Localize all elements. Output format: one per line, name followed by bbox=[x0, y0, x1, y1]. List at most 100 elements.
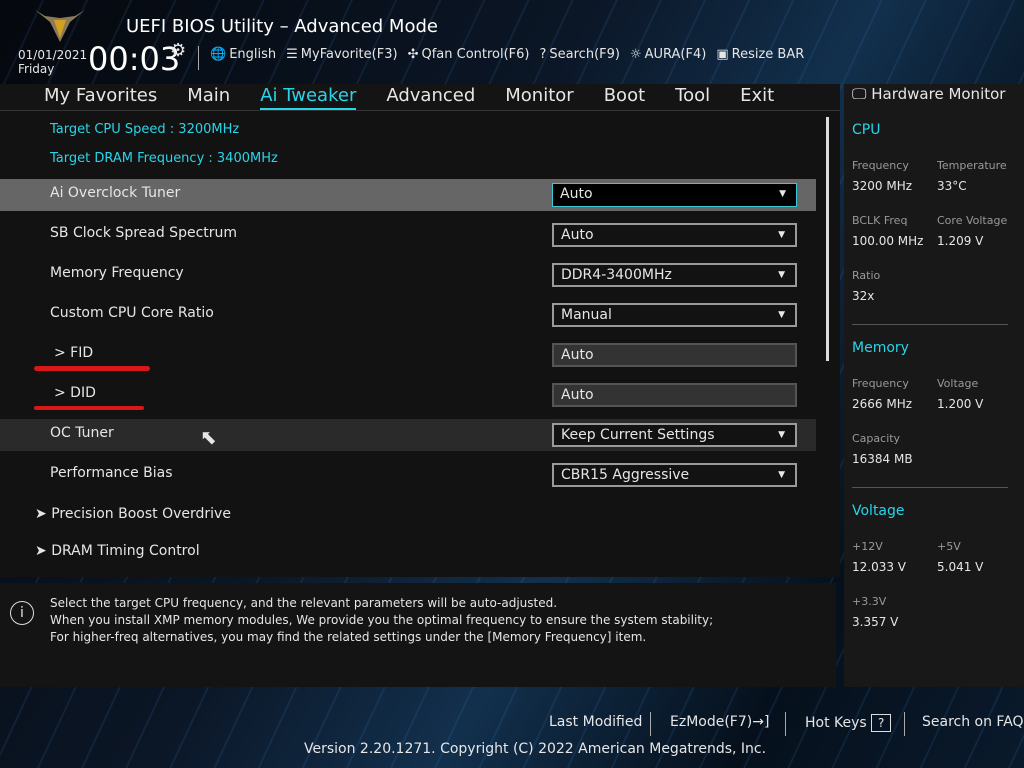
divider bbox=[904, 712, 905, 736]
tab-monitor[interactable]: Monitor bbox=[505, 84, 573, 110]
label: +3.3V bbox=[852, 595, 887, 608]
red-annotation-underline bbox=[34, 366, 150, 371]
target-dram-frequency: Target DRAM Frequency : 3400MHz bbox=[50, 151, 278, 166]
voltage-3v3: 3.357 V bbox=[852, 615, 899, 629]
info-icon: i bbox=[10, 601, 34, 625]
setting-row[interactable]: OC Tuner Keep Current Settings ▼ bbox=[0, 419, 816, 451]
label: Frequency bbox=[852, 159, 909, 172]
core-voltage: 1.209 V bbox=[937, 234, 984, 248]
divider bbox=[785, 712, 786, 736]
value-field[interactable]: Auto bbox=[552, 343, 797, 367]
setting-label: > FID bbox=[54, 345, 94, 361]
red-annotation-underline bbox=[34, 406, 144, 410]
submenu-label: Precision Boost Overdrive bbox=[51, 506, 231, 522]
dropdown[interactable]: Auto ▼ bbox=[552, 223, 797, 247]
bclk-frequency: 100.00 MHz bbox=[852, 234, 924, 248]
last-modified-button[interactable]: Last Modified bbox=[549, 714, 642, 730]
label: Voltage bbox=[937, 377, 979, 390]
mouse-cursor-icon: ⬉ bbox=[200, 425, 217, 449]
tab-exit[interactable]: Exit bbox=[740, 84, 774, 110]
help-text: When you install XMP memory modules, We … bbox=[50, 613, 714, 627]
tab-tool[interactable]: Tool bbox=[675, 84, 710, 110]
dropdown[interactable]: Auto ▼ bbox=[552, 183, 797, 207]
version-text: Version 2.20.1271. Copyright (C) 2022 Am… bbox=[304, 741, 767, 757]
ezmode-button[interactable]: EzMode(F7)→] bbox=[670, 714, 769, 730]
caret-down-icon: ▼ bbox=[778, 230, 785, 240]
voltage-5v: 5.041 V bbox=[937, 560, 984, 574]
section-memory: Memory bbox=[852, 340, 909, 356]
label: Capacity bbox=[852, 432, 901, 445]
label: BCLK Freq bbox=[852, 214, 908, 227]
toolbar-label: Search(F9) bbox=[549, 47, 620, 62]
setting-label: Memory Frequency bbox=[50, 265, 184, 281]
tab-ai-tweaker[interactable]: Ai Tweaker bbox=[260, 84, 357, 110]
dropdown-value: DDR4-3400MHz bbox=[561, 267, 672, 283]
toolbar-item-4[interactable]: ☼ AURA(F4) bbox=[630, 47, 706, 62]
day: Friday bbox=[18, 62, 55, 76]
setting-label: SB Clock Spread Spectrum bbox=[50, 225, 238, 241]
label: Core Voltage bbox=[937, 214, 1008, 227]
globe-icon: 🌐 bbox=[210, 47, 227, 62]
toolbar-item-1[interactable]: ☰ MyFavorite(F3) bbox=[286, 47, 397, 62]
settings-panel: Target CPU Speed : 3200MHz Target DRAM F… bbox=[0, 111, 840, 577]
footer: Last Modified EzMode(F7)→] Hot Keys ? Se… bbox=[0, 700, 1024, 768]
dropdown[interactable]: DDR4-3400MHz ▼ bbox=[552, 263, 797, 287]
setting-row[interactable]: Ai Overclock Tuner Auto ▼ bbox=[0, 179, 816, 211]
caret-down-icon: ▼ bbox=[778, 470, 785, 480]
toolbar-item-3[interactable]: ? Search(F9) bbox=[540, 47, 620, 62]
tuf-logo bbox=[35, 10, 85, 42]
title: Hardware Monitor bbox=[871, 85, 1006, 103]
ezmode-label: EzMode(F7) bbox=[670, 714, 753, 730]
toolbar-label: AURA(F4) bbox=[644, 47, 707, 62]
label: Ratio bbox=[852, 269, 881, 282]
question-icon: ? bbox=[871, 714, 892, 732]
hardware-monitor-title: 🖵 Hardware Monitor bbox=[852, 85, 1005, 103]
scrollbar[interactable] bbox=[826, 117, 829, 361]
setting-label: Ai Overclock Tuner bbox=[50, 185, 181, 201]
header: UEFI BIOS Utility – Advanced Mode 01/01/… bbox=[0, 0, 1024, 84]
aura-light-icon: ☼ bbox=[629, 47, 642, 62]
toolbar-label: Resize BAR bbox=[731, 47, 805, 62]
divider bbox=[650, 712, 651, 736]
hot-keys-button[interactable]: Hot Keys ? bbox=[805, 714, 892, 732]
tab-boot[interactable]: Boot bbox=[604, 84, 645, 110]
label: +12V bbox=[852, 540, 883, 553]
submenu-precision-boost-overdrive[interactable]: ➤ Precision Boost Overdrive bbox=[35, 506, 231, 522]
toolbar-item-0[interactable]: 🌐 English bbox=[210, 47, 276, 62]
setting-row[interactable]: Memory Frequency DDR4-3400MHz ▼ bbox=[0, 259, 816, 291]
cpu-ratio: 32x bbox=[852, 289, 875, 303]
setting-label: Performance Bias bbox=[50, 465, 173, 481]
dropdown[interactable]: CBR15 Aggressive ▼ bbox=[552, 463, 797, 487]
setting-row[interactable]: Custom CPU Core Ratio Manual ▼ bbox=[0, 299, 816, 331]
app-title: UEFI BIOS Utility – Advanced Mode bbox=[126, 16, 438, 37]
value-field[interactable]: Auto bbox=[552, 383, 797, 407]
target-cpu-speed: Target CPU Speed : 3200MHz bbox=[50, 122, 240, 137]
dropdown-value: CBR15 Aggressive bbox=[561, 467, 690, 483]
cpu-temperature: 33°C bbox=[937, 179, 967, 193]
tab-my-favorites[interactable]: My Favorites bbox=[44, 84, 157, 110]
dropdown[interactable]: Manual ▼ bbox=[552, 303, 797, 327]
hardware-monitor: 🖵 Hardware Monitor CPU Frequency Tempera… bbox=[844, 84, 1024, 687]
submenu-dram-timing-control[interactable]: ➤ DRAM Timing Control bbox=[35, 543, 200, 559]
toolbar-label: MyFavorite(F3) bbox=[300, 47, 398, 62]
toolbar-label: Qfan Control(F6) bbox=[421, 47, 530, 62]
toolbar-item-2[interactable]: ✣ Qfan Control(F6) bbox=[408, 47, 530, 62]
setting-row[interactable]: Performance Bias CBR15 Aggressive ▼ bbox=[0, 459, 816, 491]
search-faq-button[interactable]: Search on FAQ bbox=[922, 714, 1024, 730]
gear-icon[interactable]: ⚙ bbox=[170, 40, 186, 61]
caret-down-icon: ▼ bbox=[778, 270, 785, 280]
help-text: Select the target CPU frequency, and the… bbox=[50, 596, 558, 610]
help-text: For higher-freq alternatives, you may fi… bbox=[50, 630, 647, 644]
submenu-label: DRAM Timing Control bbox=[51, 543, 200, 559]
toolbar-item-5[interactable]: ▣ Resize BAR bbox=[716, 47, 804, 62]
label: Frequency bbox=[852, 377, 909, 390]
date: 01/01/2021 bbox=[18, 48, 88, 62]
setting-label: Custom CPU Core Ratio bbox=[50, 305, 214, 321]
setting-row[interactable]: SB Clock Spread Spectrum Auto ▼ bbox=[0, 219, 816, 251]
label: Temperature bbox=[937, 159, 1007, 172]
tab-main[interactable]: Main bbox=[187, 84, 230, 110]
dropdown[interactable]: Keep Current Settings ▼ bbox=[552, 423, 797, 447]
setting-label: > DID bbox=[54, 385, 96, 401]
dropdown-value: Keep Current Settings bbox=[561, 427, 715, 443]
tab-advanced[interactable]: Advanced bbox=[386, 84, 475, 110]
